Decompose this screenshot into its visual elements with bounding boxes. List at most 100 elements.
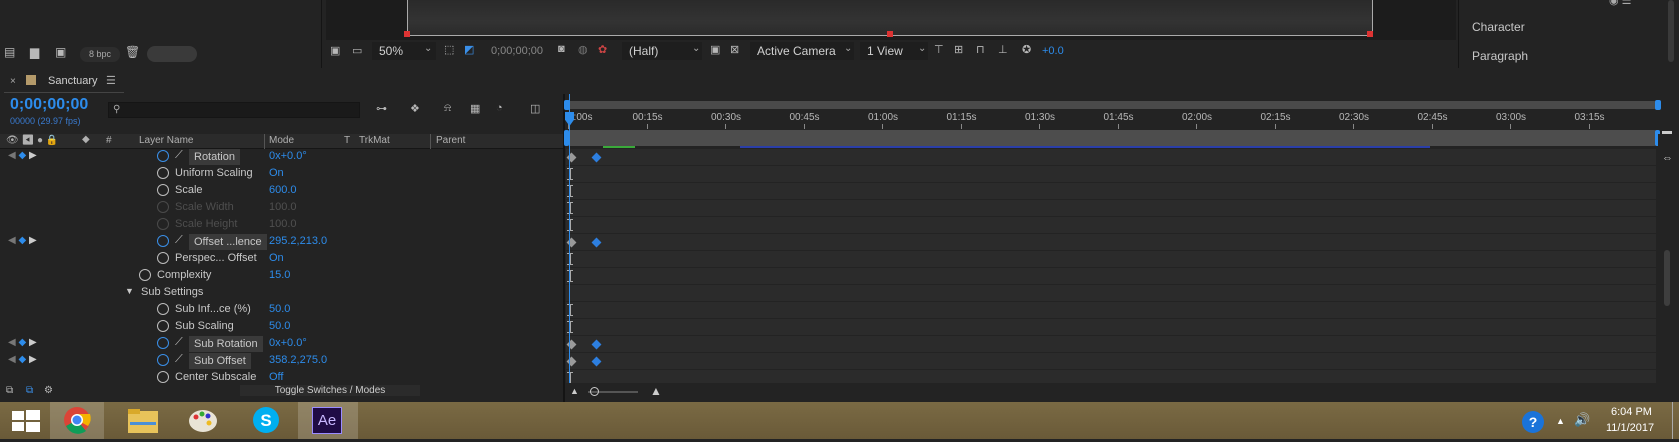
layer-search-input[interactable]: ⚲ [108,102,360,118]
hamburger-menu-icon[interactable]: ☰ [106,74,116,87]
graph-icon[interactable]: ⟋ [175,353,183,366]
stopwatch-icon[interactable] [157,252,169,264]
disclosure-triangle-icon[interactable]: ▼ [125,286,134,296]
keyframe-navigator[interactable]: ◀ ◆ ▶ [8,150,37,161]
tray-expand-icon[interactable]: ▲ [1556,416,1565,426]
toggle-transparency-icon[interactable]: ⊠ [730,43,739,56]
keyframe-selected[interactable] [591,152,602,163]
bounding-handle-right[interactable] [1367,31,1373,37]
graph-icon[interactable]: ⟋ [175,149,183,162]
trash-icon[interactable]: 🗑 [125,45,140,59]
show-desktop-button[interactable] [1672,402,1673,439]
av-features-icons[interactable]: 👁 ◀ ● 🔒 [6,135,58,146]
start-button[interactable] [0,402,54,439]
zoom-in-icon[interactable]: ▲ [650,384,662,398]
vertical-scrollbar[interactable] [1664,250,1670,306]
graph-editor-icon[interactable]: ◫ [530,102,540,115]
snapshot-camera-icon[interactable]: ◙ [558,43,565,55]
new-folder-icon[interactable]: ▆ [30,45,39,59]
stopwatch-icon[interactable] [157,303,169,315]
panel-menu-icon[interactable]: ◉ ☰ [1609,0,1632,7]
viewer-timecode[interactable]: 0;00;00;00 [491,45,543,57]
mode-column[interactable]: Mode [269,135,294,146]
property-row-sub-influence[interactable]: Sub Inf...ce (%) 50.0 [0,302,563,319]
graph-row[interactable] [566,149,1656,166]
property-value[interactable]: 15.0 [269,269,290,281]
property-row-scale[interactable]: Scale 600.0 [0,183,563,200]
stopwatch-icon[interactable] [157,320,169,332]
property-value[interactable]: 358.2,275.0 [269,354,327,366]
character-panel-tab[interactable]: Character [1472,20,1525,34]
clock-date[interactable]: 11/1/2017 [1606,422,1654,434]
property-row-offset-turbulence[interactable]: ◀ ◆ ▶ ⟋ Offset ...lence 295.2,213.0 [0,234,563,251]
help-icon[interactable]: ? [1522,411,1544,433]
layer-name-column[interactable]: Layer Name [139,135,193,146]
stopwatch-icon[interactable] [139,269,151,281]
paragraph-panel-tab[interactable]: Paragraph [1472,49,1528,63]
exposure-value[interactable]: +0.0 [1042,45,1064,57]
render-time-icon[interactable]: ⚙ [44,385,53,396]
property-group-sub-settings[interactable]: ▼ Sub Settings [0,285,563,302]
property-row-center-subscale[interactable]: Center Subscale Off [0,370,563,383]
toggle-pixel-aspect-icon[interactable]: ⊤ [934,43,944,56]
current-time-indicator[interactable] [569,94,570,384]
graph-icon[interactable]: ⟋ [175,336,183,349]
camera-dropdown[interactable]: Active Camera [750,42,854,60]
clock-time[interactable]: 6:04 PM [1611,406,1652,418]
graph-pin-icon[interactable]: ⇔ [1662,152,1673,164]
graph-row[interactable] [566,268,1656,285]
timeline-tab-label[interactable]: Sanctuary [48,75,98,87]
zoom-slider-thumb[interactable] [590,387,599,396]
close-icon[interactable]: × [10,76,16,87]
graph-icon[interactable]: ⟋ [175,234,183,247]
taskbar-after-effects[interactable]: Ae [298,402,358,439]
current-time-display[interactable]: 0;00;00;00 [10,96,88,114]
shy-layers-icon[interactable]: ⍾ [444,102,451,115]
property-row-perspective-offset[interactable]: Perspec... Offset On [0,251,563,268]
motion-blur-icon[interactable]: ◔ [496,102,503,114]
transfer-controls-icon[interactable]: ⧉ [26,385,33,396]
graph-row[interactable] [566,319,1656,336]
interpret-footage-icon[interactable]: ▤ [4,45,15,59]
project-search-pill[interactable] [147,46,197,62]
taskbar-paint[interactable] [176,402,230,439]
bpc-button[interactable]: 8 bpc [80,47,120,62]
stopwatch-icon[interactable] [157,337,169,349]
graph-row[interactable] [566,336,1656,353]
comp-flowchart-icon[interactable]: ⊓ [976,43,985,56]
graph-row[interactable] [566,370,1656,383]
property-row-sub-scaling[interactable]: Sub Scaling 50.0 [0,319,563,336]
bounding-handle-left[interactable] [404,31,410,37]
time-navigator-end-handle[interactable] [1655,100,1661,110]
label-icon[interactable]: ◆ [82,134,90,145]
show-snapshot-icon[interactable]: ◍ [578,43,588,56]
property-name[interactable]: Offset ...lence [189,234,267,250]
taskbar-skype[interactable]: S [239,402,293,439]
graph-row[interactable] [566,353,1656,370]
exposure-reset-icon[interactable]: ✪ [1022,43,1031,56]
timeline-panel-icon[interactable]: ⊞ [954,43,963,56]
flowchart-icon[interactable]: ⊥ [998,43,1008,56]
property-value[interactable]: 50.0 [269,320,290,332]
channel-rgb-icon[interactable]: ✿ [598,43,607,56]
graph-row[interactable] [566,302,1656,319]
graph-row[interactable] [566,166,1656,183]
draft-3d-icon[interactable]: ❖ [410,102,420,115]
keyframe-selected[interactable] [591,356,602,367]
volume-icon[interactable]: 🔊 [1574,412,1590,428]
property-value[interactable]: On [269,252,284,264]
property-value[interactable]: Off [269,371,283,383]
graph-row[interactable] [566,217,1656,234]
property-row-sub-offset[interactable]: ◀ ◆ ▶ ⟋ Sub Offset 358.2,275.0 [0,353,563,370]
graph-row[interactable] [566,200,1656,217]
keyframe-graph-area[interactable] [566,149,1656,383]
graph-row[interactable] [566,285,1656,302]
property-row-uniform-scaling[interactable]: Uniform Scaling On [0,166,563,183]
stopwatch-icon[interactable] [157,235,169,247]
stopwatch-icon[interactable] [157,371,169,383]
toggle-switches-modes-button[interactable]: Toggle Switches / Modes [240,385,420,396]
stopwatch-icon[interactable] [157,167,169,179]
new-composition-icon[interactable]: ▣ [55,45,66,59]
right-panel-scrollbar[interactable] [1668,0,1674,62]
keyframe-selected[interactable] [591,339,602,350]
